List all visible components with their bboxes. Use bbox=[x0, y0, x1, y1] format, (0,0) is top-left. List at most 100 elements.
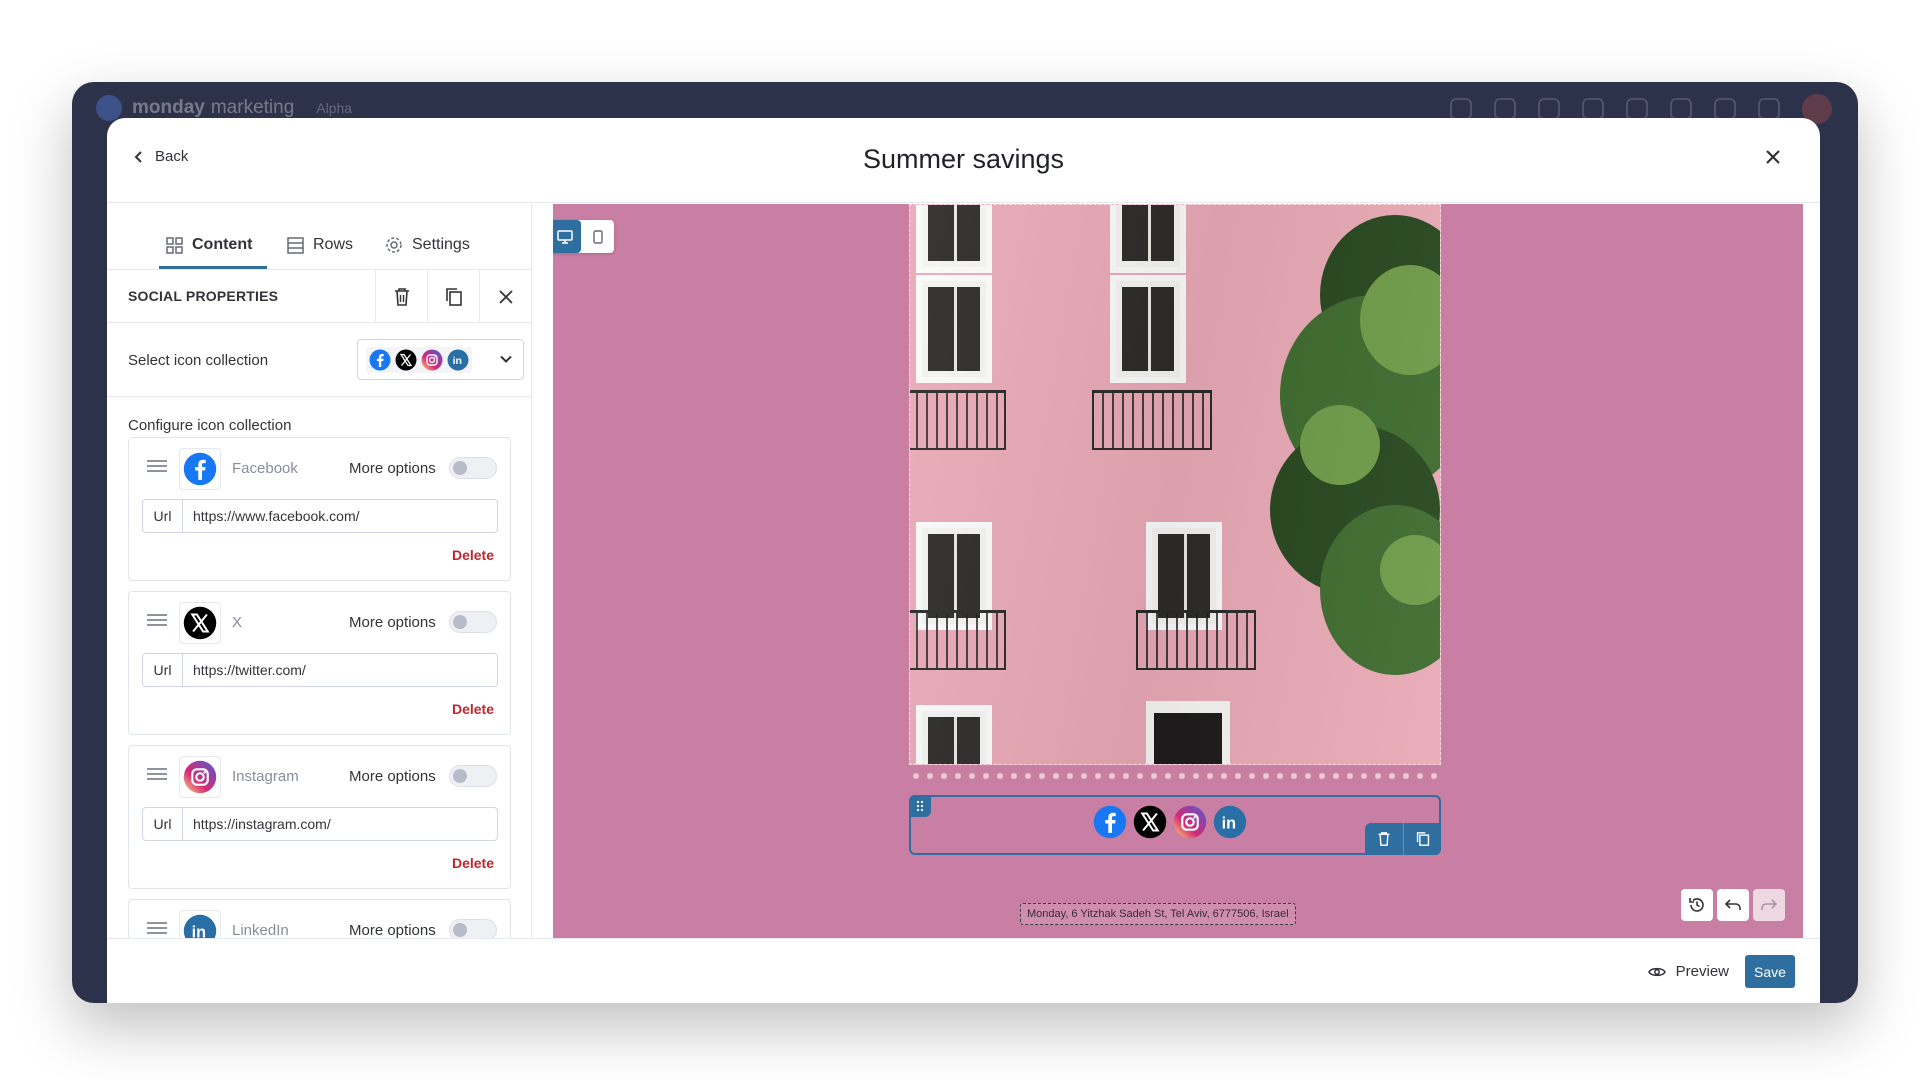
close-properties-button[interactable] bbox=[479, 270, 531, 323]
linkedin-icon[interactable]: in bbox=[1213, 805, 1247, 839]
app-product: marketing bbox=[210, 97, 295, 118]
social-block[interactable]: in bbox=[909, 795, 1441, 855]
drag-handle-icon[interactable] bbox=[147, 922, 167, 937]
chevron-down-icon bbox=[500, 355, 512, 363]
save-button[interactable]: Save bbox=[1745, 955, 1795, 988]
mobile-view-button[interactable] bbox=[581, 220, 614, 253]
url-input[interactable] bbox=[183, 654, 497, 686]
close-icon bbox=[1766, 150, 1780, 164]
close-button[interactable] bbox=[1764, 148, 1782, 171]
more-options-toggle[interactable] bbox=[449, 919, 497, 938]
icon-name: Facebook bbox=[232, 460, 298, 477]
card-icon bbox=[179, 602, 221, 644]
footer-address[interactable]: Monday, 6 Yitzhak Sadeh St, Tel Aviv, 67… bbox=[1020, 903, 1296, 925]
active-tab-indicator bbox=[159, 266, 267, 269]
email-canvas: in Monday, 6 Yitzhak Sadeh St, Tel Aviv,… bbox=[553, 204, 1803, 938]
instagram-icon[interactable] bbox=[1173, 805, 1207, 839]
tab-content-label: Content bbox=[192, 236, 253, 253]
instagram-icon bbox=[183, 760, 217, 794]
delete-block-button[interactable] bbox=[1365, 823, 1403, 855]
more-options-label: More options bbox=[349, 768, 436, 785]
url-input[interactable] bbox=[183, 808, 497, 840]
grid-icon bbox=[166, 236, 183, 254]
more-options-toggle[interactable] bbox=[449, 457, 497, 479]
svg-text:in: in bbox=[1222, 814, 1236, 832]
url-input[interactable] bbox=[183, 500, 497, 532]
block-tools bbox=[1365, 823, 1441, 855]
bell-icon bbox=[1494, 98, 1516, 120]
x-icon bbox=[395, 349, 417, 370]
icon-collection-row: Select icon collection in bbox=[107, 323, 531, 397]
tab-rows[interactable]: Rows bbox=[287, 236, 353, 254]
redo-icon bbox=[1761, 899, 1778, 910]
linkedin-icon: in bbox=[447, 349, 469, 370]
inbox-icon bbox=[1538, 98, 1560, 120]
undo-icon bbox=[1724, 899, 1741, 910]
card-icon: in bbox=[179, 910, 221, 938]
properties-title: SOCIAL PROPERTIES bbox=[128, 288, 279, 304]
delete-button[interactable]: Delete bbox=[452, 855, 494, 871]
icon-collection-select[interactable]: in bbox=[357, 339, 524, 380]
app-badge: Alpha bbox=[316, 100, 353, 116]
card-icon bbox=[179, 756, 221, 798]
eye-icon bbox=[1647, 967, 1666, 976]
help-icon bbox=[1714, 98, 1736, 120]
more-options-toggle[interactable] bbox=[449, 611, 497, 633]
history-tools bbox=[1681, 889, 1785, 921]
block-drag-handle-icon[interactable] bbox=[909, 795, 931, 817]
grid-menu-icon bbox=[1758, 98, 1780, 120]
redo-button[interactable] bbox=[1753, 889, 1785, 921]
more-options-label: More options bbox=[349, 922, 436, 938]
modal-header: Back Summer savings bbox=[107, 118, 1820, 203]
x-icon bbox=[183, 606, 217, 640]
url-addon: Url bbox=[143, 808, 183, 840]
grip-icon bbox=[916, 800, 924, 812]
delete-block-button[interactable] bbox=[375, 270, 427, 323]
tab-content[interactable]: Content bbox=[166, 236, 252, 254]
preview-button[interactable]: Preview bbox=[1647, 963, 1729, 980]
configure-collection-label: Configure icon collection bbox=[128, 417, 292, 434]
more-options-label: More options bbox=[349, 614, 436, 631]
svg-text:in: in bbox=[192, 923, 206, 938]
drag-handle-icon[interactable] bbox=[147, 614, 167, 629]
mobile-icon bbox=[592, 229, 603, 244]
duplicate-block-button[interactable] bbox=[1403, 823, 1441, 855]
apps-icon bbox=[1626, 98, 1648, 120]
undo-button[interactable] bbox=[1717, 889, 1749, 921]
tab-settings[interactable]: Settings bbox=[385, 236, 470, 254]
divider-dots bbox=[913, 773, 1437, 779]
url-addon: Url bbox=[143, 500, 183, 532]
modal-footer: Preview Save bbox=[107, 938, 1820, 1003]
trash-icon bbox=[394, 287, 409, 306]
modal-title: Summer savings bbox=[862, 144, 1065, 174]
collection-preview: in bbox=[366, 346, 472, 373]
drag-handle-icon[interactable] bbox=[147, 460, 167, 475]
properties-panel: Content Rows Settings SOCIAL PROPERTIES bbox=[107, 204, 532, 938]
rows-icon bbox=[287, 236, 304, 254]
url-addon: Url bbox=[143, 654, 183, 686]
delete-button[interactable]: Delete bbox=[452, 701, 494, 717]
search-icon bbox=[1670, 98, 1692, 120]
icon-card-instagram: Instagram More options Url Delete bbox=[128, 745, 511, 889]
duplicate-block-button[interactable] bbox=[427, 270, 479, 323]
desktop-icon bbox=[556, 229, 573, 244]
drag-handle-icon[interactable] bbox=[147, 768, 167, 783]
instagram-icon bbox=[421, 349, 443, 370]
more-options-toggle[interactable] bbox=[449, 765, 497, 787]
copy-icon bbox=[445, 287, 462, 306]
icon-name: LinkedIn bbox=[232, 922, 289, 938]
desktop-view-button[interactable] bbox=[553, 220, 581, 253]
hero-image[interactable] bbox=[909, 204, 1441, 765]
settings-icon bbox=[1450, 98, 1472, 120]
gear-icon bbox=[386, 237, 402, 253]
linkedin-icon: in bbox=[183, 914, 217, 938]
history-button[interactable] bbox=[1681, 889, 1713, 921]
facebook-icon[interactable] bbox=[1093, 805, 1127, 839]
more-options-label: More options bbox=[349, 460, 436, 477]
social-icons-row: in bbox=[1093, 805, 1247, 839]
icon-card-x: X More options Url Delete bbox=[128, 591, 511, 735]
close-icon bbox=[498, 289, 513, 304]
url-field: Url bbox=[142, 807, 498, 841]
x-icon[interactable] bbox=[1133, 805, 1167, 839]
delete-button[interactable]: Delete bbox=[452, 547, 494, 563]
